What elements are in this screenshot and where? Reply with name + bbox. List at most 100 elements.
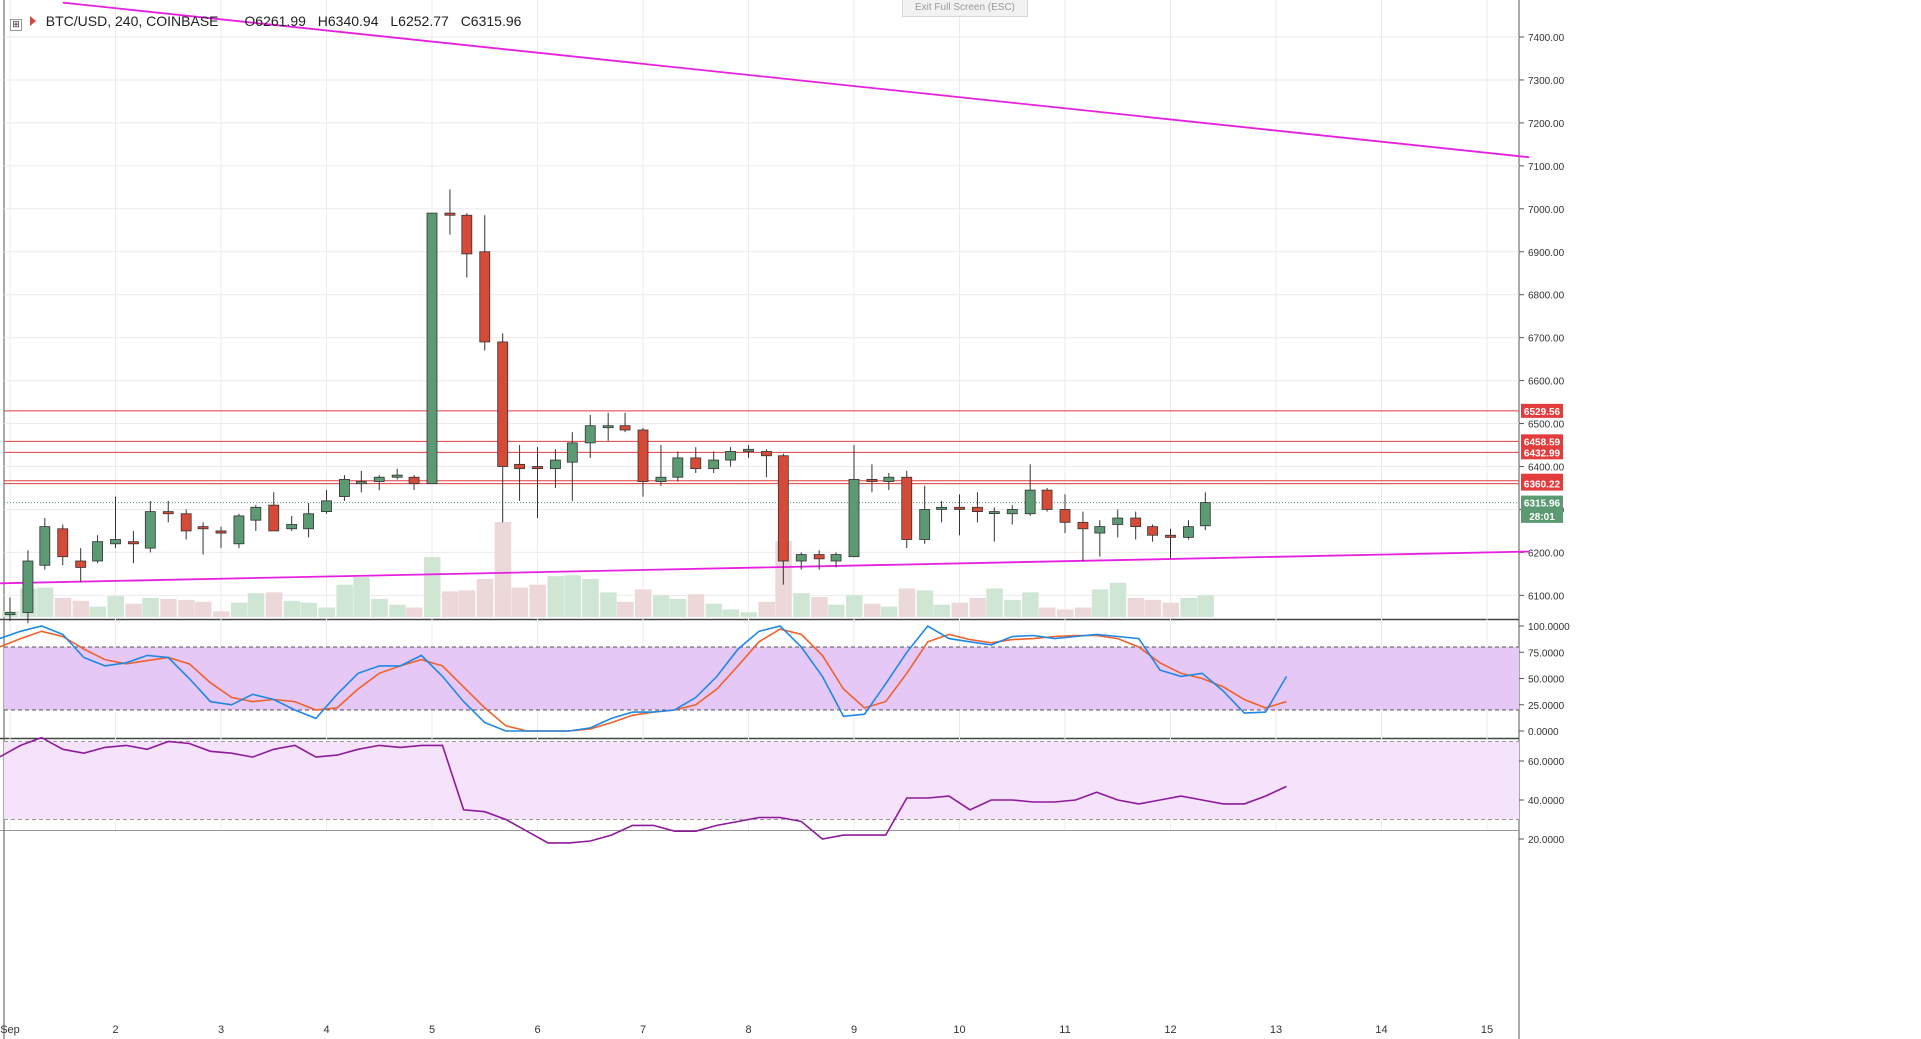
- candle-body: [743, 448, 754, 452]
- price-tick-label: 6800.00: [1528, 291, 1565, 302]
- candle: [1041, 487, 1053, 512]
- candle-body: [954, 506, 965, 510]
- volume-bar: [1127, 598, 1145, 617]
- rsi-tick-label: 40.0000: [1528, 796, 1565, 807]
- candle: [901, 470, 913, 549]
- volume-bar: [1197, 595, 1214, 617]
- price-tick-label: 6900.00: [1528, 248, 1565, 259]
- candle: [233, 513, 245, 549]
- price-tick-label: 6100.00: [1528, 591, 1565, 602]
- volume-bar: [72, 600, 90, 617]
- price-tick-label: 6200.00: [1528, 548, 1565, 559]
- volume-bar: [846, 595, 863, 617]
- time-axis-label: 2: [112, 1024, 118, 1036]
- volume-bar: [1109, 582, 1127, 617]
- symbol-dot-icon: [29, 16, 36, 26]
- volume-bar: [1039, 607, 1056, 617]
- candle-body: [1041, 489, 1053, 510]
- collapse-icon[interactable]: ⊞: [10, 19, 22, 31]
- volume-bar: [898, 588, 916, 617]
- price-label-text: 6432.99: [1524, 448, 1561, 459]
- volume-bar: [336, 584, 353, 617]
- volume-bar: [283, 600, 301, 617]
- stoch-tick-label: 75.0000: [1528, 648, 1565, 659]
- volume-bar: [195, 601, 212, 617]
- candle-body: [268, 504, 280, 532]
- rsi-tick-label: 60.0000: [1528, 757, 1565, 768]
- time-axis-label: 4: [323, 1024, 329, 1036]
- time-axis-label: Sep: [0, 1024, 20, 1036]
- volume-bar: [389, 604, 406, 617]
- candle-body: [128, 541, 139, 545]
- chart-background: [0, 0, 1921, 1039]
- candle-body: [303, 513, 314, 530]
- rsi-tick-label: 20.0000: [1528, 835, 1565, 846]
- candle-body: [355, 481, 367, 485]
- symbol-title: BTC/USD, 240, COINBASE: [45, 13, 219, 29]
- volume-bar: [213, 611, 230, 617]
- volume-bar: [582, 579, 599, 617]
- volume-bar: [529, 584, 546, 617]
- candle-body: [286, 524, 298, 530]
- time-axis-label: 15: [1481, 1024, 1493, 1036]
- volume-bar: [722, 609, 740, 617]
- volume-bar: [828, 604, 845, 617]
- price-label-text: 6360.22: [1524, 480, 1561, 491]
- volume-bar: [916, 590, 934, 617]
- candle-body: [250, 506, 262, 521]
- candle-body: [75, 560, 87, 568]
- volume-bar: [1022, 592, 1039, 617]
- candle-body: [321, 500, 332, 512]
- candle-body: [215, 530, 227, 534]
- volume-bar: [652, 595, 670, 617]
- candle-body: [795, 554, 807, 562]
- candle-body: [408, 476, 420, 485]
- candle-body: [1199, 502, 1211, 527]
- candle-body: [761, 451, 772, 457]
- candle-body: [602, 425, 614, 429]
- volume-bar: [669, 598, 687, 617]
- high-value: H6340.94: [317, 13, 379, 29]
- price-tick-label: 6600.00: [1528, 377, 1565, 388]
- time-axis-label: 3: [218, 1024, 224, 1036]
- volume-bar: [600, 592, 617, 617]
- volume-bar: [476, 579, 494, 617]
- volume-bar: [564, 575, 581, 617]
- volume-bar: [740, 612, 757, 617]
- volume-bar: [1004, 599, 1021, 617]
- candle-body: [57, 528, 69, 558]
- volume-bar: [1057, 609, 1074, 617]
- candle-body: [866, 478, 878, 482]
- candle-body: [180, 513, 192, 532]
- time-axis-label: 9: [851, 1024, 857, 1036]
- candle-body: [813, 554, 825, 560]
- volume-bar: [142, 598, 159, 617]
- volume-bar: [687, 594, 705, 617]
- stoch-tick-label: 0.0000: [1528, 727, 1559, 738]
- candle-body: [1183, 526, 1194, 538]
- candle-body: [725, 451, 736, 461]
- volume-bar: [125, 603, 142, 617]
- candle-body: [777, 455, 789, 562]
- chart-canvas[interactable]: Sep 2 3 4 5 6 7 8 9 10 11 12 13 14 15 7400.00 7300.00 720…: [0, 0, 1921, 1039]
- candle-body: [461, 214, 473, 255]
- time-axis-label: 7: [640, 1024, 646, 1036]
- exit-fullscreen-button[interactable]: Exit Full Screen (ESC): [902, 0, 1028, 17]
- time-axis-label: 13: [1270, 1024, 1282, 1036]
- volume-bar: [705, 603, 723, 617]
- stoch-tick-label: 50.0000: [1528, 675, 1565, 686]
- volume-bar: [1144, 599, 1162, 617]
- chart-legend: ⊞ BTC/USD, 240, COINBASE O6261.99 H6340.…: [10, 13, 529, 31]
- open-value: O6261.99: [244, 13, 306, 29]
- price-tick-label: 7400.00: [1528, 33, 1565, 44]
- volume-bar: [1091, 589, 1109, 617]
- volume-bar: [511, 587, 529, 617]
- candle-body: [391, 474, 403, 478]
- volume-bar: [617, 601, 634, 617]
- candle-body: [690, 457, 702, 470]
- candle-body: [1094, 526, 1106, 534]
- candle-body: [883, 476, 895, 482]
- volume-bar: [1162, 602, 1179, 617]
- candle-body: [22, 560, 34, 613]
- stoch-tick-label: 25.0000: [1528, 701, 1565, 712]
